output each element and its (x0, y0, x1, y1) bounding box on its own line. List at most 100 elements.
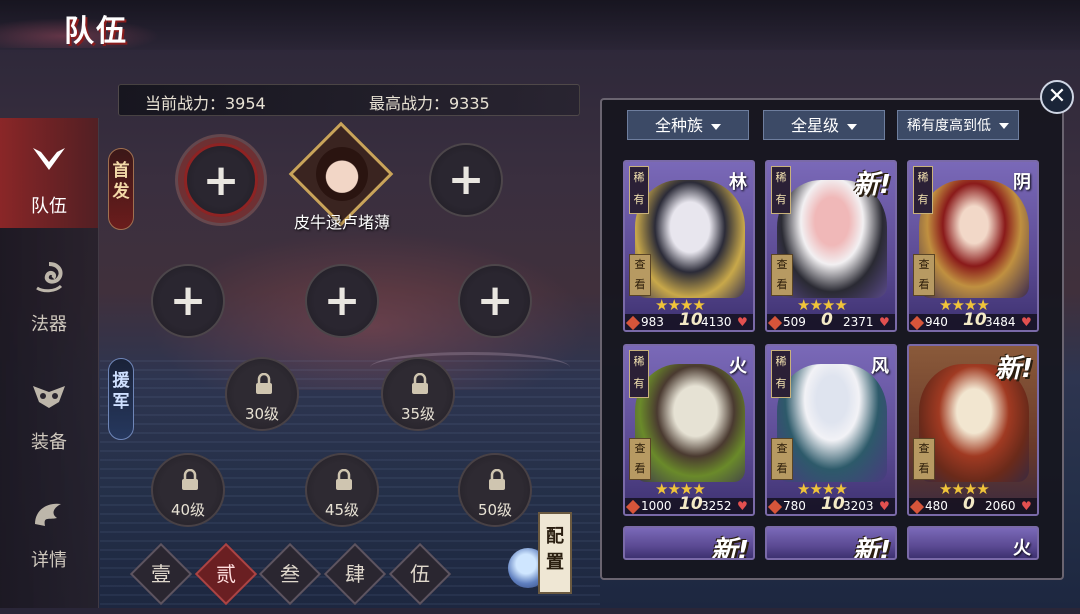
locked-slot-30[interactable]: 30级 (225, 357, 299, 431)
race-filter[interactable]: 全种族 (627, 110, 749, 140)
support-row-tag: 援军 (108, 358, 134, 440)
level-value: 10 (963, 310, 987, 330)
shikigami-card-partial[interactable]: 新! (623, 526, 755, 560)
team-label: 肆 (345, 562, 365, 586)
element-tag: 火 (729, 356, 747, 377)
team-label: 贰 (216, 562, 236, 586)
card-art (635, 364, 745, 482)
equipment-mask-icon (33, 386, 65, 408)
shikigami-card[interactable]: 稀有 新! 查看 ★★★★ 509 0 2371 ♥ (765, 160, 897, 332)
chevron-down-icon (711, 123, 721, 130)
shikigami-card-partial[interactable]: 新! (765, 526, 897, 560)
team-label: 伍 (410, 562, 430, 586)
card-art (635, 180, 745, 298)
card-stats: 509 0 2371 ♥ (767, 310, 895, 330)
attack-icon (625, 499, 641, 514)
rarity-badge: 稀有 (771, 350, 791, 398)
view-button[interactable]: 查看 (771, 254, 793, 296)
view-button[interactable]: 查看 (771, 438, 793, 480)
add-icon: + (323, 275, 361, 326)
hp-value: 3484 (985, 315, 1016, 329)
heart-icon: ♥ (737, 499, 748, 513)
power-stat-bar: 当前战力：3954 最高战力：9335 (118, 84, 580, 116)
rarity-badge: 稀有 (629, 350, 649, 398)
attack-value: 480 (925, 499, 948, 513)
artifact-swirl-icon (36, 262, 63, 293)
attack-value: 509 (783, 315, 806, 329)
level-value: 0 (821, 310, 833, 330)
card-stats: 940 10 3484 ♥ (909, 310, 1037, 330)
card-stats: 983 10 4130 ♥ (625, 310, 753, 330)
current-power: 当前战力：3954 (145, 94, 266, 113)
card-art (777, 364, 887, 482)
sort-filter[interactable]: 稀有度高到低 (897, 110, 1019, 140)
page-title: 队伍 (64, 14, 128, 49)
hp-value: 2060 (985, 499, 1016, 513)
locked-slot-35[interactable]: 35级 (381, 357, 455, 431)
hero-avatar (316, 147, 368, 201)
hero-name: 皮牛逯卢堵薄 (293, 213, 390, 232)
locked-slot-45[interactable]: 45级 (305, 453, 379, 527)
shikigami-card[interactable]: 新! 查看 ★★★★ 480 0 2060 ♥ (907, 344, 1039, 516)
hp-value: 2371 (843, 315, 874, 329)
sidebar-item-label: 装备 (31, 432, 67, 453)
hp-value: 3203 (843, 499, 874, 513)
new-tag: 新! (853, 536, 891, 560)
view-button[interactable]: 查看 (629, 254, 651, 296)
shikigami-card[interactable]: 稀有 风 查看 ★★★★ 780 10 3203 ♥ (765, 344, 897, 516)
chevron-down-icon (999, 123, 1009, 129)
heart-icon: ♥ (1021, 499, 1032, 513)
element-tag: 阴 (1013, 172, 1031, 193)
level-value: 10 (679, 310, 703, 330)
config-button[interactable]: 配置 (538, 512, 572, 594)
sidebar-item-label: 详情 (31, 550, 67, 571)
attack-icon (909, 315, 925, 330)
locked-slot-50[interactable]: 50级 (458, 453, 532, 527)
card-stats: 480 0 2060 ♥ (909, 494, 1037, 514)
shikigami-card[interactable]: 稀有 阴 查看 ★★★★ 940 10 3484 ♥ (907, 160, 1039, 332)
attack-icon (909, 499, 925, 514)
element-tag: 火 (1013, 538, 1031, 559)
sidebar-item-team[interactable]: 队伍 (0, 118, 98, 228)
rarity-badge: 稀有 (913, 166, 933, 214)
level-value: 10 (821, 494, 845, 514)
formation-slot-5[interactable]: + (305, 264, 379, 338)
formation-slot-1[interactable]: + (184, 143, 258, 217)
view-button[interactable]: 查看 (629, 438, 651, 480)
formation-slot-6[interactable]: + (458, 264, 532, 338)
formation-slot-4[interactable]: + (151, 264, 225, 338)
lock-icon (489, 469, 505, 490)
lock-icon (336, 469, 352, 490)
view-button[interactable]: 查看 (913, 254, 935, 296)
lock-icon (256, 373, 272, 394)
formation-slot-3[interactable]: + (429, 143, 503, 217)
close-icon: ✕ (1047, 84, 1067, 109)
hp-value: 3252 (701, 499, 732, 513)
shikigami-card[interactable]: 稀有 火 查看 ★★★★ 1000 10 3252 ♥ (623, 344, 755, 516)
locked-slot-40[interactable]: 40级 (151, 453, 225, 527)
add-icon: + (169, 275, 207, 326)
sidebar-item-artifact[interactable]: 法器 (0, 236, 98, 346)
attack-icon (767, 315, 783, 330)
card-art (919, 180, 1029, 298)
shikigami-card[interactable]: 稀有 林 查看 ★★★★ 983 10 4130 ♥ (623, 160, 755, 332)
first-row-tag: 首发 (108, 148, 134, 230)
sidebar-item-equipment[interactable]: 装备 (0, 354, 98, 464)
heart-icon: ♥ (879, 499, 890, 513)
element-tag: 林 (729, 172, 747, 193)
sidebar: 队伍 法器 装备 详情 (0, 118, 99, 608)
sidebar-item-detail[interactable]: 详情 (0, 472, 98, 582)
filter-label: 稀有度高到低 (907, 118, 991, 134)
attack-value: 780 (783, 499, 806, 513)
close-button[interactable]: ✕ (1040, 80, 1074, 114)
formation-hero[interactable]: 皮牛逯卢堵薄 (288, 121, 394, 232)
shikigami-card-partial[interactable]: 火 (907, 526, 1039, 560)
new-tag: 新! (853, 170, 891, 200)
level-value: 0 (963, 494, 975, 514)
add-icon: + (476, 275, 514, 326)
max-power: 最高战力：9335 (369, 94, 490, 113)
attack-icon (625, 315, 641, 330)
lock-icon (412, 373, 428, 394)
star-filter[interactable]: 全星级 (763, 110, 885, 140)
view-button[interactable]: 查看 (913, 438, 935, 480)
